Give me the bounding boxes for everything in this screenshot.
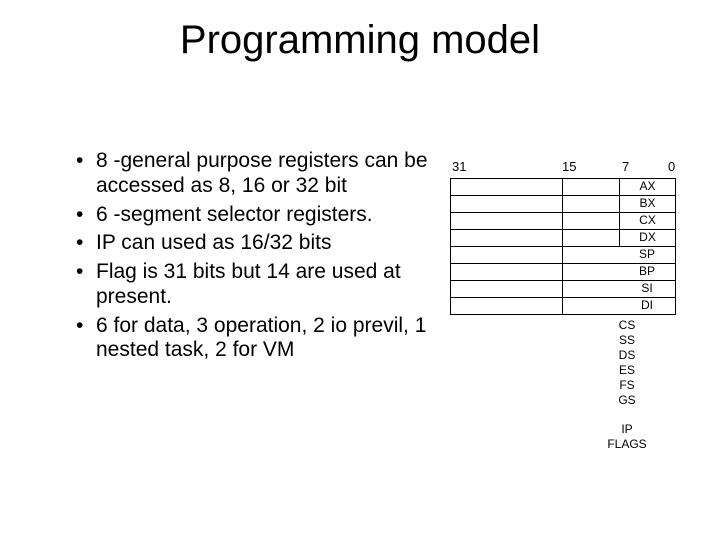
reg-label: BX [619, 196, 675, 212]
bit-label-31: 31 [452, 160, 466, 173]
slide-title: Programming model [0, 18, 720, 63]
bullet-list: 8 -general purpose registers can be acce… [34, 149, 434, 367]
gp-row-dx: DX [451, 230, 675, 247]
bullet-item: 6 for data, 3 operation, 2 io previl, 1 … [74, 314, 434, 364]
gp-row-di: DI [451, 298, 675, 315]
reg-label: BP [619, 264, 675, 280]
bullet-item: 6 -segment selector registers. [74, 203, 434, 228]
seg-label: GS [582, 394, 672, 409]
reg-label: CX [619, 213, 675, 229]
bullet-item: IP can used as 16/32 bits [74, 231, 434, 256]
bit-label-0: 0 [668, 160, 675, 173]
gp-row-cx: CX [451, 213, 675, 230]
bullet-item: Flag is 31 bits but 14 are used at prese… [74, 260, 434, 310]
bit-ruler: 31 15 7 0 [450, 160, 686, 174]
seg-label: DS [582, 349, 672, 364]
gp-row-bp: BP [451, 264, 675, 281]
segment-register-block: CS SS DS ES FS GS [450, 319, 686, 409]
gp-row-sp: SP [451, 247, 675, 264]
gp-row-si: SI [451, 281, 675, 298]
reg-label: DI [619, 298, 675, 314]
seg-label: FS [582, 379, 672, 394]
seg-label: SS [582, 334, 672, 349]
gp-row-bx: BX [451, 196, 675, 213]
ip-label: IP [582, 423, 672, 438]
gp-row-ax: AX [451, 179, 675, 196]
bit-label-15: 15 [562, 160, 576, 173]
reg-label: SI [619, 281, 675, 297]
bit-label-7: 7 [622, 160, 629, 173]
seg-label: ES [582, 364, 672, 379]
gp-register-block: AX BX CX DX SP BP [450, 178, 676, 315]
seg-label: CS [582, 319, 672, 334]
register-diagram: 31 15 7 0 AX BX CX DX [450, 160, 686, 453]
reg-label: SP [619, 247, 675, 263]
reg-label: AX [619, 179, 675, 195]
ip-flags-block: IP FLAGS [450, 423, 686, 453]
flags-label: FLAGS [582, 438, 672, 453]
reg-label: DX [619, 230, 675, 246]
bullet-item: 8 -general purpose registers can be acce… [74, 149, 434, 199]
